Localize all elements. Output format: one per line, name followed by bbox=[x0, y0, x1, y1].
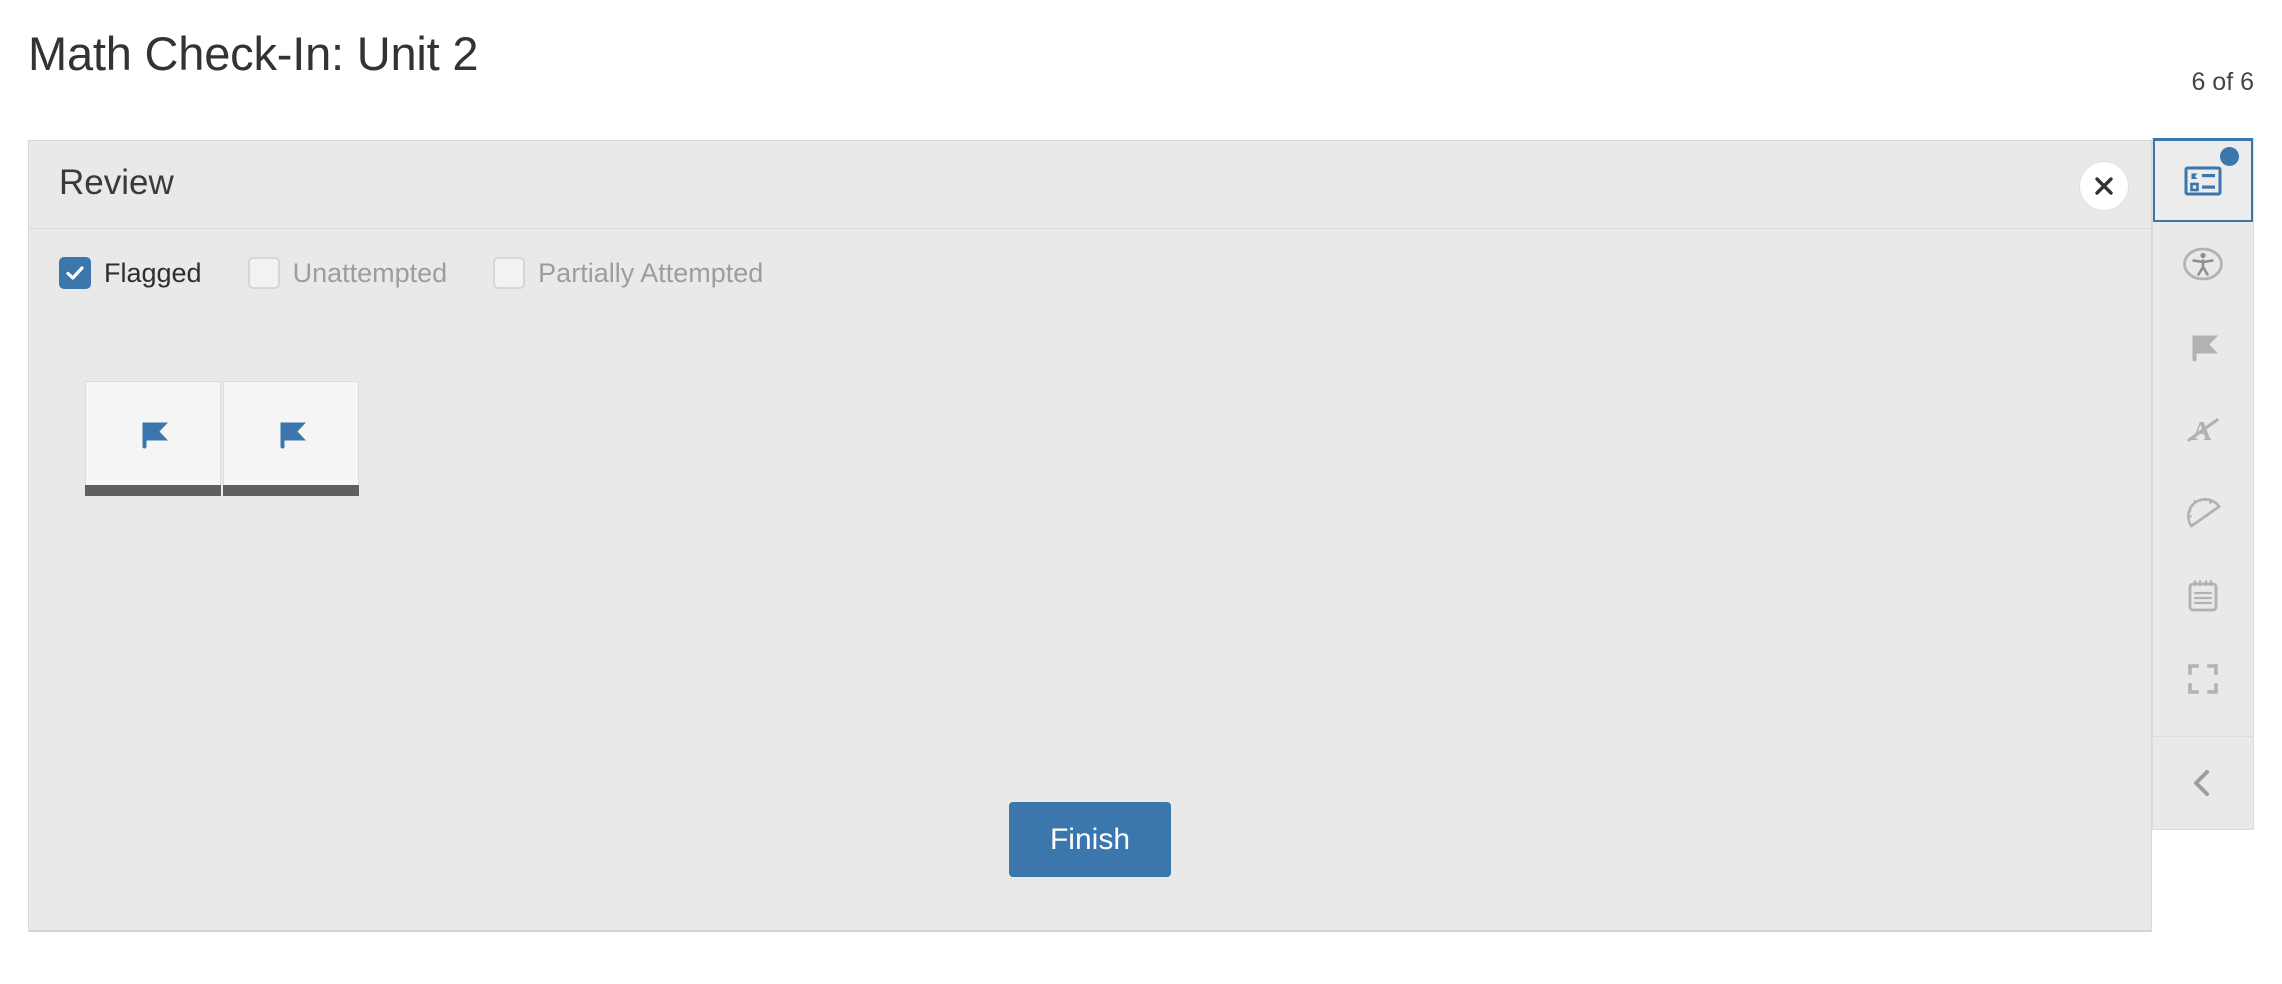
flag-icon bbox=[132, 413, 174, 455]
close-review-button[interactable] bbox=[2079, 161, 2129, 211]
filter-partially-attempted-label: Partially Attempted bbox=[538, 257, 764, 288]
review-badge-dot bbox=[2220, 147, 2239, 166]
tool-notepad[interactable] bbox=[2153, 554, 2253, 637]
chevron-left-icon bbox=[2186, 766, 2220, 800]
tool-answer-eliminator[interactable]: A bbox=[2153, 388, 2253, 471]
tile-status-bar bbox=[85, 485, 221, 496]
tool-sidebar: A bbox=[2152, 138, 2254, 830]
answer-eliminator-icon: A bbox=[2182, 409, 2224, 451]
filter-flagged[interactable]: Flagged bbox=[59, 257, 202, 289]
review-list-icon bbox=[2182, 160, 2224, 202]
flag-icon bbox=[2182, 326, 2224, 368]
tool-collapse-sidebar[interactable] bbox=[2153, 737, 2253, 829]
review-filters: Flagged Unattempted Partially Attempted bbox=[59, 257, 763, 289]
protractor-icon bbox=[2181, 491, 2225, 535]
tool-fullscreen[interactable] bbox=[2153, 637, 2253, 720]
filter-partially-attempted[interactable]: Partially Attempted bbox=[493, 257, 763, 289]
accessibility-icon bbox=[2181, 242, 2225, 286]
finish-button[interactable]: Finish bbox=[1009, 802, 1171, 877]
filter-flagged-label: Flagged bbox=[104, 257, 202, 288]
review-panel: Review Flagged Unattempted Partially Att… bbox=[28, 140, 2152, 932]
filter-unattempted-label: Unattempted bbox=[292, 257, 448, 288]
tool-accessibility[interactable] bbox=[2153, 222, 2253, 305]
page-title: Math Check-In: Unit 2 bbox=[28, 27, 479, 80]
review-question-tile[interactable] bbox=[85, 381, 221, 496]
review-question-tile[interactable] bbox=[223, 381, 359, 496]
tool-flag[interactable] bbox=[2153, 305, 2253, 388]
checkbox-flagged[interactable] bbox=[59, 257, 91, 289]
notepad-icon bbox=[2182, 575, 2224, 617]
question-counter: 6 of 6 bbox=[2191, 68, 2254, 96]
checkbox-partially-attempted[interactable] bbox=[493, 257, 526, 289]
tool-protractor[interactable] bbox=[2153, 471, 2253, 554]
flag-icon bbox=[270, 413, 312, 455]
tool-review[interactable] bbox=[2153, 138, 2253, 222]
fullscreen-icon bbox=[2182, 658, 2224, 700]
page-header: Math Check-In: Unit 2 6 of 6 bbox=[0, 0, 2282, 140]
checkmark-icon bbox=[64, 262, 86, 284]
review-panel-title: Review bbox=[59, 163, 174, 202]
review-panel-header: Review bbox=[29, 141, 2151, 229]
tile-status-bar bbox=[223, 485, 359, 496]
filter-unattempted[interactable]: Unattempted bbox=[247, 257, 448, 289]
checkbox-unattempted[interactable] bbox=[247, 257, 280, 289]
close-icon bbox=[2092, 174, 2116, 198]
review-question-tiles bbox=[85, 381, 359, 496]
